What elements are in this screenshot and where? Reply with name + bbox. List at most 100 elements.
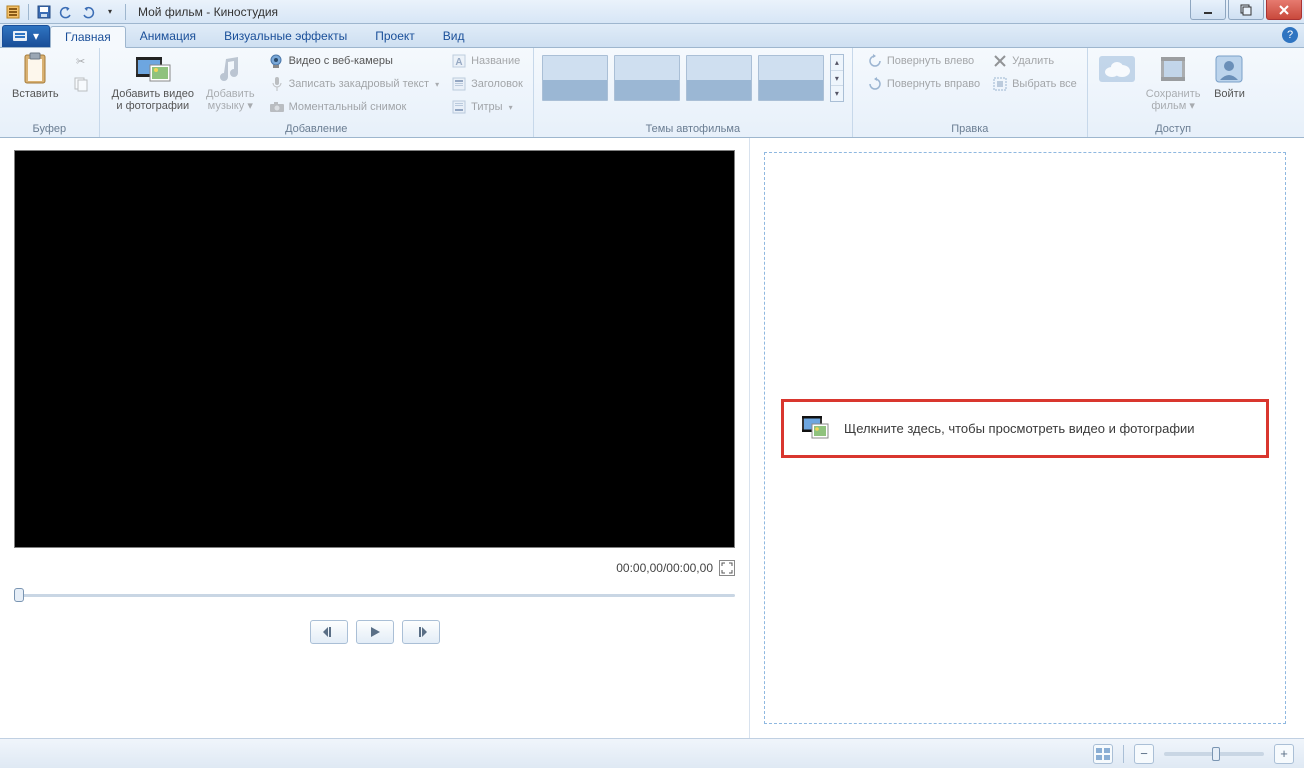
signin-button[interactable]: Войти [1206, 50, 1252, 102]
cloud-icon [1100, 52, 1134, 86]
app-icon[interactable] [4, 3, 22, 21]
zoom-out-button[interactable]: − [1134, 744, 1154, 764]
ribbon-group-access: Сохранить фильм ▾ Войти Доступ [1088, 48, 1259, 137]
rotate-right-icon [867, 76, 883, 92]
delete-button[interactable]: Удалить [988, 50, 1081, 72]
tab-animation[interactable]: Анимация [126, 25, 210, 47]
zoom-slider-thumb[interactable] [1212, 747, 1220, 761]
rotate-left-button[interactable]: Повернуть влево [863, 50, 984, 72]
chevron-down-icon: ▾ [1189, 100, 1195, 112]
qat-dropdown-icon[interactable]: ▾ [101, 3, 119, 21]
undo-icon[interactable] [57, 3, 75, 21]
quick-access-toolbar: ▾ [0, 3, 132, 21]
ribbon-group-edit-title: Правка [859, 122, 1081, 137]
seek-bar[interactable] [14, 590, 735, 600]
timeline-dropzone[interactable]: Щелкните здесь, чтобы просмотреть видео … [764, 152, 1286, 724]
file-menu-caret: ▾ [33, 29, 39, 43]
fullscreen-icon [722, 563, 732, 573]
themes-gallery: ▴ ▾ ▾ [540, 50, 846, 106]
file-menu-button[interactable]: ▾ [2, 25, 50, 47]
user-icon [1212, 52, 1246, 86]
thumbnail-view-button[interactable] [1093, 744, 1113, 764]
previous-frame-button[interactable] [310, 620, 348, 644]
window-controls [1190, 0, 1304, 23]
theme-thumb-4[interactable] [758, 55, 824, 101]
film-reel-icon [1156, 52, 1190, 86]
close-button[interactable] [1266, 0, 1302, 20]
gallery-expand-icon[interactable]: ▾ [831, 86, 843, 101]
add-music-button[interactable]: Добавить музыку ▾ [200, 50, 261, 114]
chevron-down-icon: ▾ [509, 103, 513, 112]
ribbon-group-themes: ▴ ▾ ▾ Темы автофильма [534, 48, 853, 137]
snapshot-button[interactable]: Моментальный снимок [265, 96, 444, 118]
share-cloud-button[interactable] [1094, 50, 1140, 90]
clipboard-icon [18, 52, 52, 86]
playback-controls [14, 620, 735, 644]
add-video-photo-button[interactable]: Добавить видео и фотографии [106, 50, 200, 114]
gallery-scroll-up-icon[interactable]: ▴ [831, 55, 843, 71]
header-button[interactable]: Заголовок [447, 73, 527, 95]
caption-button[interactable]: A Название [447, 50, 527, 72]
video-preview [14, 150, 735, 548]
tab-visual-effects[interactable]: Визуальные эффекты [210, 25, 361, 47]
camera-icon [269, 99, 285, 115]
ribbon-group-buffer-title: Буфер [6, 122, 93, 137]
gallery-scroll-down-icon[interactable]: ▾ [831, 71, 843, 87]
select-all-button[interactable]: Выбрать все [988, 73, 1081, 95]
music-note-icon [213, 52, 247, 86]
maximize-button[interactable] [1228, 0, 1264, 20]
tab-project[interactable]: Проект [361, 25, 429, 47]
save-movie-button[interactable]: Сохранить фильм ▾ [1140, 50, 1207, 114]
paste-button[interactable]: Вставить [6, 50, 65, 102]
tab-view[interactable]: Вид [429, 25, 479, 47]
copy-icon [73, 76, 89, 92]
browse-media-prompt-text: Щелкните здесь, чтобы просмотреть видео … [844, 421, 1195, 436]
ribbon-group-buffer: Вставить ✂ Буфер [0, 48, 100, 137]
statusbar: − + [0, 738, 1304, 768]
text-icon: A [451, 53, 467, 69]
timeline-pane: Щелкните здесь, чтобы просмотреть видео … [750, 138, 1304, 738]
record-narration-button[interactable]: Записать закадровый текст ▾ [265, 73, 444, 95]
time-row: 00:00,00/00:00,00 [14, 560, 735, 576]
browse-media-prompt[interactable]: Щелкните здесь, чтобы просмотреть видео … [781, 399, 1269, 458]
play-button[interactable] [356, 620, 394, 644]
rotate-left-icon [867, 53, 883, 69]
delete-x-icon [992, 53, 1008, 69]
thumbnail-icon [1096, 748, 1110, 760]
next-frame-button[interactable] [402, 620, 440, 644]
svg-text:A: A [455, 57, 462, 68]
ribbon-group-edit: Повернуть влево Повернуть вправо Удалить… [853, 48, 1088, 137]
zoom-in-button[interactable]: + [1274, 744, 1294, 764]
ribbon-group-access-title: Доступ [1094, 122, 1253, 137]
paste-label: Вставить [12, 88, 59, 100]
minimize-button[interactable] [1190, 0, 1226, 20]
theme-thumb-2[interactable] [614, 55, 680, 101]
cut-button[interactable]: ✂ [69, 50, 93, 72]
rotate-right-button[interactable]: Повернуть вправо [863, 73, 984, 95]
webcam-icon [269, 53, 285, 69]
theme-thumb-1[interactable] [542, 55, 608, 101]
titles-icon [451, 99, 467, 115]
chevron-down-icon: ▾ [435, 80, 439, 89]
redo-icon[interactable] [79, 3, 97, 21]
ribbon-group-add-title: Добавление [106, 122, 527, 137]
webcam-video-button[interactable]: Видео с веб-камеры [265, 50, 444, 72]
filmstrip-photo-icon [136, 52, 170, 86]
select-all-icon [992, 76, 1008, 92]
help-button[interactable]: ? [1282, 27, 1298, 43]
tab-main[interactable]: Главная [50, 26, 126, 48]
copy-button[interactable] [69, 73, 93, 95]
ribbon-group-themes-title: Темы автофильма [540, 122, 846, 137]
ribbon-group-add: Добавить видео и фотографии Добавить муз… [100, 48, 534, 137]
titles-button[interactable]: Титры ▾ [447, 96, 527, 118]
titlebar: ▾ Мой фильм - Киностудия [0, 0, 1304, 24]
seek-thumb[interactable] [14, 588, 24, 602]
gallery-scroll: ▴ ▾ ▾ [830, 54, 844, 102]
save-icon[interactable] [35, 3, 53, 21]
zoom-slider[interactable] [1164, 752, 1264, 756]
fullscreen-button[interactable] [719, 560, 735, 576]
window-title: Мой фильм - Киностудия [138, 5, 278, 19]
ribbon-tabstrip: ▾ Главная Анимация Визуальные эффекты Пр… [0, 24, 1304, 48]
chevron-down-icon: ▾ [247, 100, 253, 112]
theme-thumb-3[interactable] [686, 55, 752, 101]
